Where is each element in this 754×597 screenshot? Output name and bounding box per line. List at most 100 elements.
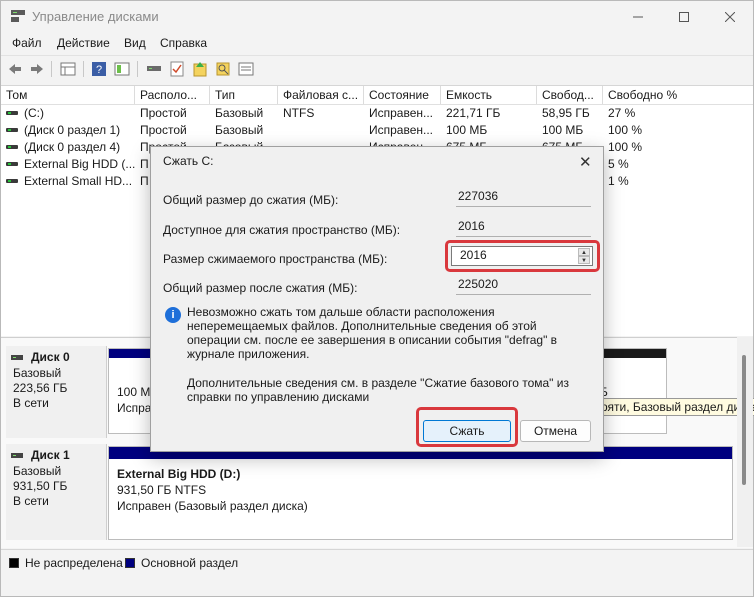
menu-view[interactable]: Вид [124, 36, 146, 50]
table-row[interactable]: (C:) Простой Базовый NTFS Исправен... 22… [1, 105, 753, 122]
total-size-value: 227036 [456, 187, 591, 207]
volume-free-percent: 100 % [608, 123, 643, 137]
disk-0-label[interactable]: Диск 0 Базовый 223,56 ГБ В сети [6, 346, 107, 438]
volume-free-percent: 100 % [608, 140, 643, 154]
scrollbar-thumb[interactable] [742, 355, 746, 485]
minimize-icon[interactable] [615, 1, 661, 33]
connect-drive-icon[interactable] [145, 60, 163, 78]
format-icon[interactable] [237, 60, 255, 78]
disk-status: В сети [13, 396, 49, 410]
drive-icon [6, 127, 18, 132]
volume-name: External Small HD... [24, 174, 133, 188]
back-arrow-icon[interactable] [6, 60, 24, 78]
volume-name: (Диск 0 раздел 4) [24, 140, 121, 154]
disk-name: Диск 0 [31, 350, 70, 364]
more-info-message: Дополнительные сведения см. в разделе "С… [187, 376, 569, 404]
volume-free-percent: 1 % [608, 174, 629, 188]
window-title: Управление дисками [32, 9, 159, 24]
column-header-status[interactable]: Состояние [364, 86, 441, 104]
console-tree-icon[interactable] [113, 60, 131, 78]
volume-list-header: Том Располо... Тип Файловая с... Состоян… [1, 86, 753, 105]
menu-help[interactable]: Справка [160, 36, 207, 50]
volume-filesystem: NTFS [283, 106, 315, 120]
disk-name: Диск 1 [31, 448, 70, 462]
volume-name: External Big HDD (... [24, 157, 135, 171]
disk-1-label[interactable]: Диск 1 Базовый 931,50 ГБ В сети [6, 444, 107, 540]
volume-name: (C:) [24, 106, 44, 120]
partition-title: External Big HDD (D:) [117, 467, 241, 481]
title-bar: Управление дисками [1, 1, 753, 33]
disk-icon [11, 448, 23, 462]
cancel-button[interactable]: Отмена [520, 420, 591, 442]
volume-free-percent: 5 % [608, 157, 629, 171]
drive-icon [6, 178, 18, 183]
total-after-label: Общий размер после сжатия (МБ): [163, 281, 358, 295]
column-header-layout[interactable]: Располо... [135, 86, 210, 104]
partition-size: 931,50 ГБ NTFS [117, 483, 207, 497]
volume-type: Базовый [215, 106, 264, 120]
volume-free-percent: 27 % [608, 106, 636, 120]
volume-status: Исправен... [369, 106, 434, 120]
table-row[interactable]: (Диск 0 раздел 1) Простой Базовый Исправ… [1, 122, 753, 139]
drive-icon [6, 161, 18, 166]
menu-file[interactable]: Файл [12, 36, 42, 50]
total-after-value: 225020 [456, 275, 591, 295]
dialog-title: Сжать C: [163, 154, 214, 168]
forward-arrow-icon[interactable] [28, 60, 46, 78]
toolbar: ? [1, 55, 753, 82]
unallocated-swatch [9, 558, 19, 568]
volume-free: 58,95 ГБ [542, 106, 590, 120]
disk-size: 931,50 ГБ [13, 479, 68, 493]
total-size-label: Общий размер до сжатия (МБ): [163, 193, 339, 207]
partition-status: Исправен (Базовый раздел диска) [117, 499, 308, 513]
disk-status: В сети [13, 494, 49, 508]
menu-action[interactable]: Действие [57, 36, 110, 50]
drive-icon [6, 110, 18, 115]
column-header-capacity[interactable]: Емкость [441, 86, 537, 104]
search-icon[interactable] [214, 60, 232, 78]
drive-icon [6, 144, 18, 149]
volume-free: 100 МБ [542, 123, 584, 137]
info-icon: i [165, 307, 181, 323]
info-message: Невозможно сжать том дальше области расп… [187, 305, 558, 361]
disk-size: 223,56 ГБ [13, 381, 68, 395]
disk-type: Базовый [13, 464, 62, 478]
volume-capacity: 221,71 ГБ [446, 106, 501, 120]
column-header-free-percent[interactable]: Свободно % [603, 86, 753, 104]
volume-name: (Диск 0 раздел 1) [24, 123, 121, 137]
legend-primary: Основной раздел [141, 556, 239, 570]
add-volume-icon[interactable] [191, 60, 209, 78]
close-icon[interactable] [707, 1, 753, 33]
column-header-free[interactable]: Свобод... [537, 86, 603, 104]
svg-text:?: ? [96, 64, 102, 76]
disk-icon [11, 350, 23, 364]
menu-bar: Файл Действие Вид Справка [1, 33, 753, 53]
legend: Не распределена Основной раздел [1, 549, 753, 575]
partition-tooltip: ряти, Базовый раздел диска) [597, 398, 754, 416]
shrink-size-highlight [445, 240, 600, 272]
available-space-label: Доступное для сжатия пространство (МБ): [163, 223, 401, 237]
help-icon[interactable]: ? [90, 60, 108, 78]
volume-layout: Простой [140, 106, 187, 120]
checklist-icon[interactable] [168, 60, 186, 78]
disk-area-scrollbar[interactable] [737, 337, 753, 547]
shrink-button-highlight [416, 407, 518, 447]
volume-layout: Простой [140, 123, 187, 137]
shrink-size-label: Размер сжимаемого пространства (МБ): [163, 252, 388, 266]
volume-status: Исправен... [369, 123, 434, 137]
column-header-type[interactable]: Тип [210, 86, 278, 104]
close-icon[interactable]: ✕ [579, 153, 592, 171]
app-icon [10, 9, 26, 23]
available-space-value: 2016 [456, 217, 591, 237]
properties-grid-icon[interactable] [59, 60, 77, 78]
volume-capacity: 100 МБ [446, 123, 488, 137]
column-header-volume[interactable]: Том [1, 86, 135, 104]
partition-disk1-d[interactable]: External Big HDD (D:) 931,50 ГБ NTFS Исп… [108, 446, 733, 540]
volume-type: Базовый [215, 123, 264, 137]
maximize-icon[interactable] [661, 1, 707, 33]
primary-partition-swatch [125, 558, 135, 568]
shrink-dialog: Сжать C: ✕ Общий размер до сжатия (МБ): … [150, 146, 604, 452]
column-header-filesystem[interactable]: Файловая с... [278, 86, 364, 104]
volume-filesystem [278, 122, 364, 139]
legend-unallocated: Не распределена [25, 556, 123, 570]
